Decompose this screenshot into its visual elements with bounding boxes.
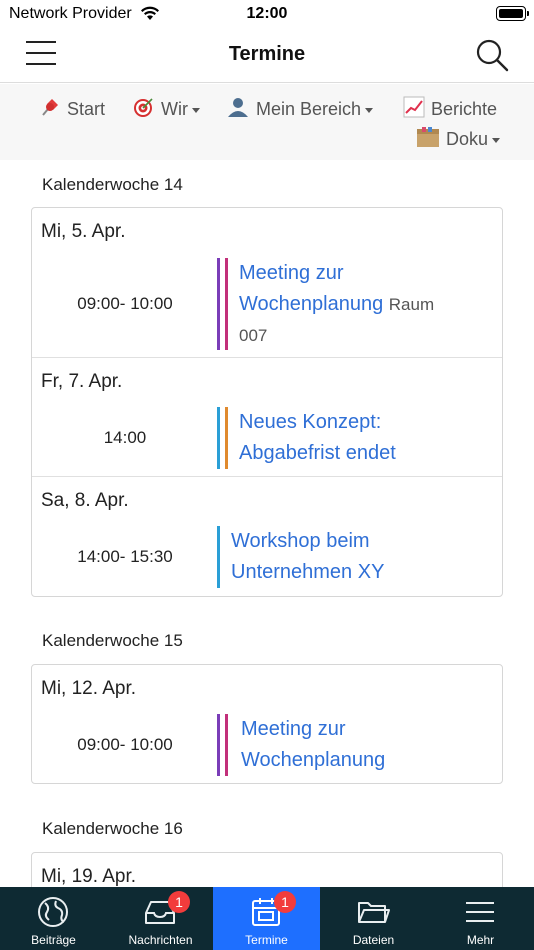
week-heading: Kalenderwoche 15	[42, 631, 183, 650]
pushpin-icon	[42, 99, 58, 116]
menu-start[interactable]: Start	[39, 96, 105, 120]
day-row: Mi, 19. Apr.	[32, 853, 502, 887]
menu-doku[interactable]: Doku	[416, 126, 501, 150]
event-color-bar	[225, 258, 228, 350]
tab-termine[interactable]: 1 Termine	[213, 887, 320, 950]
tab-mehr[interactable]: Mehr	[427, 887, 534, 950]
event-color-bar	[225, 714, 228, 776]
week-card: Mi, 19. Apr.	[31, 852, 503, 887]
event-title-line: Unternehmen XY	[231, 561, 385, 583]
tab-beitraege[interactable]: Beiträge	[0, 887, 107, 950]
battery-icon	[496, 6, 529, 21]
event-title-line: Wochenplanung	[241, 749, 386, 771]
tab-dateien[interactable]: Dateien	[320, 887, 427, 950]
notification-badge: 1	[274, 891, 296, 913]
event-time: 09:00- 10:00	[77, 735, 173, 754]
clock: 12:00	[246, 5, 288, 22]
event-title[interactable]: Meeting zur Wochenplanung	[241, 714, 501, 776]
tab-label: Dateien	[352, 933, 395, 947]
event-title-line: Abgabefrist endet	[239, 442, 396, 464]
week-heading: Kalenderwoche 14	[42, 175, 183, 194]
event-title-line: Neues Konzept:	[239, 411, 382, 433]
menu-mein-bereich-label: Mein Bereich	[256, 99, 362, 119]
tab-label: Termine	[245, 933, 288, 947]
user-icon	[228, 98, 248, 117]
notification-badge: 1	[168, 891, 190, 913]
event-color-bar	[225, 407, 228, 469]
search-icon[interactable]	[474, 37, 510, 73]
event-time: 14:00	[103, 428, 147, 447]
event-title[interactable]: Workshop beim Unternehmen XY	[231, 526, 491, 588]
menu-start-label: Start	[67, 99, 106, 119]
week-heading: Kalenderwoche 16	[42, 819, 183, 838]
menu-wir[interactable]: Wir	[133, 96, 200, 120]
event-title-line: Meeting zur	[239, 262, 344, 284]
menu-mein-bereich[interactable]: Mein Bereich	[226, 96, 374, 120]
tab-label: Nachrichten	[128, 933, 193, 947]
tab-label: Mehr	[466, 933, 495, 947]
day-label: Fr, 7. Apr.	[41, 371, 123, 392]
day-row: Sa, 8. Apr. 14:00- 15:30 Workshop beim U…	[32, 477, 502, 596]
folder-icon	[358, 902, 390, 923]
status-bar: Network Provider 12:00	[0, 0, 534, 28]
category-menu: Start Wir Mein Bereich Berichte Doku	[0, 84, 534, 160]
event-room: Raum	[388, 295, 435, 314]
page-title: Termine	[228, 43, 306, 65]
week-card: Mi, 12. Apr. 09:00- 10:00 Meeting zur Wo…	[31, 664, 503, 784]
event-color-bar	[217, 526, 220, 588]
week-card: Mi, 5. Apr. 09:00- 10:00 Meeting zur Woc…	[31, 207, 503, 597]
event-color-bar	[217, 714, 220, 776]
tab-nachrichten[interactable]: 1 Nachrichten	[107, 887, 214, 950]
day-row: Mi, 12. Apr. 09:00- 10:00 Meeting zur Wo…	[32, 665, 502, 783]
day-label: Mi, 19. Apr.	[41, 866, 137, 887]
event-title[interactable]: Meeting zur Wochenplanung Raum 007	[239, 258, 499, 351]
event-room: 007	[239, 326, 268, 345]
day-label: Mi, 12. Apr.	[41, 678, 137, 699]
tab-label: Beiträge	[31, 933, 76, 947]
event-title-line: Wochenplanung	[239, 293, 384, 315]
day-label: Mi, 5. Apr.	[41, 221, 126, 242]
navigation-bar: Termine	[0, 28, 534, 83]
menu-icon	[466, 902, 494, 922]
event-color-bar	[217, 258, 220, 350]
tab-bar: Beiträge 1 Nachrichten 1 Termine Dateien	[0, 887, 534, 950]
event-title-line: Workshop beim	[231, 530, 370, 552]
chevron-down-icon	[191, 107, 200, 113]
appointments-list[interactable]: Kalenderwoche 14 Mi, 5. Apr. 09:00- 10:0…	[0, 160, 534, 887]
chevron-down-icon	[492, 137, 501, 143]
menu-wir-label: Wir	[161, 99, 188, 119]
menu-doku-label: Doku	[446, 129, 489, 149]
menu-berichte-label: Berichte	[431, 99, 498, 119]
event-time: 09:00- 10:00	[77, 294, 173, 313]
target-icon	[134, 98, 153, 117]
menu-berichte[interactable]: Berichte	[403, 96, 497, 120]
chart-icon	[403, 96, 425, 118]
chevron-down-icon	[365, 107, 374, 113]
event-title[interactable]: Neues Konzept: Abgabefrist endet	[239, 407, 499, 469]
day-row: Mi, 5. Apr. 09:00- 10:00 Meeting zur Woc…	[32, 208, 502, 358]
day-row: Fr, 7. Apr. 14:00 Neues Konzept: Abgabef…	[32, 358, 502, 477]
event-time: 14:00- 15:30	[77, 547, 173, 566]
globe-icon	[38, 897, 68, 927]
event-title-line: Meeting zur	[241, 718, 346, 740]
day-label: Sa, 8. Apr.	[41, 490, 129, 511]
box-icon	[417, 127, 439, 147]
event-color-bar	[217, 407, 220, 469]
